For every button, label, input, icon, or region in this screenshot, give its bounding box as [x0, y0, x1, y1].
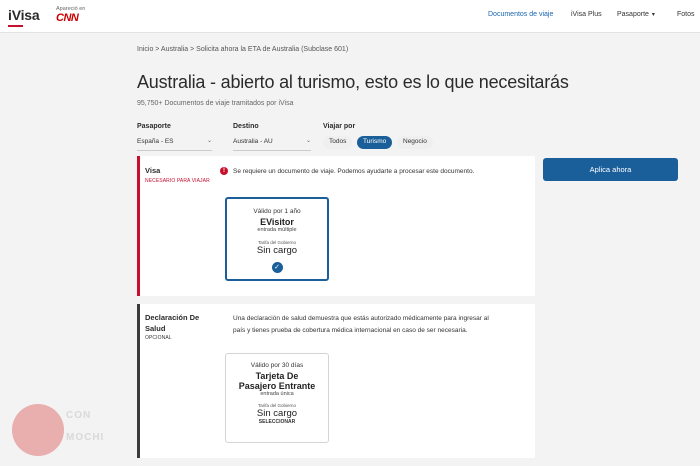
page-title: Australia - abierto al turismo, esto es …: [137, 72, 569, 92]
card-title: Declaración De Salud: [145, 313, 200, 333]
requirement-badge: NECESARIO PARA VIAJAR: [145, 178, 210, 184]
chevron-down-icon: ▾: [651, 12, 655, 18]
cnn-logo: CNN: [56, 12, 79, 24]
destination-label: Destino: [233, 123, 259, 130]
destination-select[interactable]: Australia - AU ⌄: [233, 137, 311, 151]
evisitor-product-option[interactable]: Válido por 1 año EVisitor entrada múltip…: [225, 197, 329, 281]
nav-travel-documents[interactable]: Documentos de viaje: [488, 11, 553, 18]
apply-now-button[interactable]: Aplica ahora: [543, 158, 678, 181]
nav-passport-label: Pasaporte: [617, 11, 649, 18]
passport-select[interactable]: España - ES ⌄: [137, 137, 212, 151]
card-description: Se requiere un documento de viaje. Podem…: [233, 168, 475, 175]
visa-requirement-card: Visa NECESARIO PARA VIAJAR ! Se requiere…: [137, 156, 535, 296]
passport-label: Pasaporte: [137, 123, 171, 130]
nav-photos[interactable]: Fotos: [677, 11, 695, 18]
watermark-text-line-2: MOCHI: [66, 432, 105, 443]
health-declaration-card: Declaración De Salud OPCIONAL Una declar…: [137, 304, 535, 458]
watermark-text-line-1: CON: [66, 410, 92, 421]
top-nav-bar: iVisa Apareció en CNN Documentos de viaj…: [0, 0, 700, 33]
card-title: Visa: [145, 166, 161, 175]
nav-passport[interactable]: Pasaporte ▾: [617, 11, 655, 18]
product-name-line-2: Pasajero Entrante: [238, 381, 316, 391]
chevron-down-icon: ⌄: [206, 138, 212, 144]
logo-underline: [8, 25, 23, 27]
breadcrumb[interactable]: Inicio > Australia > Solicita ahora la E…: [137, 46, 348, 53]
check-circle-icon: ✓: [271, 262, 283, 273]
passport-value: España - ES: [137, 138, 174, 145]
travel-option-tourism[interactable]: Turismo: [357, 136, 393, 149]
documents-processed-count: 95,750+ Documentos de viaje tramitados p…: [137, 100, 294, 107]
chevron-down-icon: ⌄: [305, 138, 311, 144]
product-name-line-1: Tarjeta De: [255, 371, 299, 381]
ivisa-logo[interactable]: iVisa: [8, 7, 40, 23]
required-indicator-bar: [137, 156, 140, 296]
product-validity: Válido por 30 días: [250, 362, 304, 369]
travel-option-all[interactable]: Todos: [323, 136, 353, 149]
nav-ivisa-plus[interactable]: iVisa Plus: [571, 11, 602, 18]
passenger-card-product-option[interactable]: Válido por 30 días Tarjeta De Pasajero E…: [225, 353, 329, 443]
optional-indicator-bar: [137, 304, 140, 458]
product-price: Sin cargo: [256, 245, 298, 256]
product-entry-type: entrada única: [260, 391, 294, 397]
watermark-logo-icon: [12, 404, 64, 456]
requirement-badge: OPCIONAL: [145, 335, 172, 341]
destination-value: Australia - AU: [233, 138, 273, 145]
product-price: Sin cargo: [256, 408, 298, 419]
product-name: EVisitor: [260, 217, 294, 227]
alert-circle-icon: !: [220, 167, 228, 175]
card-description-line-1: Una declaración de salud demuestra que e…: [233, 315, 489, 322]
product-validity: Válido por 1 año: [253, 208, 301, 215]
card-description-line-2: país y tienes prueba de cobertura médica…: [233, 327, 468, 334]
travel-option-business[interactable]: Negocio: [397, 136, 433, 149]
travel-purpose-label: Viajar por: [323, 123, 356, 130]
product-entry-type: entrada múltiple: [257, 227, 297, 233]
select-product-button[interactable]: SELECCIONAR: [226, 419, 328, 425]
